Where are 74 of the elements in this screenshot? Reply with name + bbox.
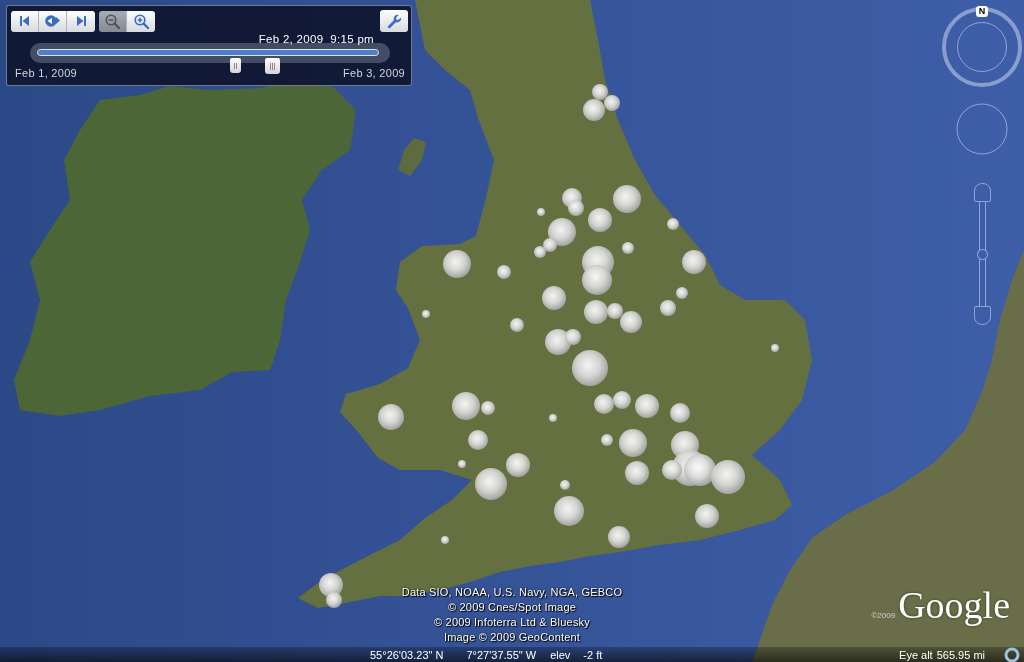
placemark-icon <box>771 344 779 352</box>
elevation-value: -2 ft <box>583 648 603 661</box>
skip-forward-icon <box>76 16 86 26</box>
placemark-icon <box>534 246 546 258</box>
skip-back-icon <box>20 16 29 26</box>
placemark-icon <box>475 468 507 500</box>
placemark-icon <box>441 536 449 544</box>
placemark-icon <box>676 287 688 299</box>
slider-handle[interactable] <box>229 58 241 73</box>
north-indicator: N <box>976 6 988 17</box>
zoom-slider-thumb[interactable] <box>976 248 988 260</box>
longitude-value: 7°27'37.55" W <box>466 648 537 661</box>
placemark-icon <box>468 430 488 450</box>
attribution-text: © 2009 Cnes/Spot Image <box>447 600 577 615</box>
settings-button[interactable] <box>380 10 408 32</box>
attribution-text: Data SIO, NOAA, U.S. Navy, NGA, GEBCO <box>401 585 623 600</box>
placemark-icon <box>613 391 631 409</box>
streaming-ring-icon <box>1004 646 1020 662</box>
placemark-icon <box>622 242 634 254</box>
placemark-icon <box>619 429 647 457</box>
placemark-icon <box>510 318 524 332</box>
placemark-icon <box>568 200 584 216</box>
placemark-icon <box>497 265 511 279</box>
zoom-in-icon <box>133 13 149 29</box>
latitude-value: 55°26'03.23" N <box>370 648 444 661</box>
placemark-icon <box>711 460 745 494</box>
zoom-slider-track[interactable] <box>978 202 986 306</box>
placemark-icon <box>604 95 620 111</box>
placemark-icon <box>620 311 642 333</box>
placemark-icon <box>695 504 719 528</box>
placemark-icon <box>594 394 614 414</box>
placemark-icon <box>684 454 716 486</box>
wrench-icon <box>386 13 402 29</box>
placemark-icon <box>549 414 557 422</box>
attribution-text: Image © 2009 GeoContent <box>443 630 581 645</box>
placemark-icon <box>635 394 659 418</box>
placemark-icon <box>583 99 605 121</box>
range-start-label: Feb 1, 2009 <box>15 67 77 80</box>
placemark-icon <box>670 403 690 423</box>
attribution-text: © 2009 Infoterra Ltd & Bluesky <box>434 615 590 630</box>
placemark-icon <box>572 350 608 386</box>
placemark-icon <box>613 185 641 213</box>
play-button[interactable] <box>39 10 67 32</box>
placemark-icon <box>560 480 570 490</box>
elevation-label: elev <box>550 648 571 661</box>
zoom-out-icon <box>105 13 120 29</box>
placemark-icon <box>542 286 566 310</box>
current-time-label: Feb 2, 2009 9:15 pm <box>258 33 374 45</box>
zoom-in-button[interactable] <box>127 10 155 32</box>
placemark-icon <box>625 461 649 485</box>
placemark-icon <box>458 460 466 468</box>
placemark-icon <box>422 310 430 318</box>
placemark-icon <box>443 250 471 278</box>
placemark-icon <box>588 208 612 232</box>
skip-back-button[interactable] <box>11 10 39 32</box>
replay-icon <box>45 15 60 27</box>
slider-handle[interactable] <box>265 58 281 74</box>
logo-text: Google <box>898 586 1010 624</box>
placemark-icon <box>608 526 630 548</box>
placemark-icon <box>601 434 613 446</box>
placemark-icon <box>660 300 676 316</box>
placemark-icon <box>378 404 404 430</box>
placemark-icon <box>506 453 530 477</box>
eye-altitude-label: Eye alt <box>899 648 933 661</box>
logo-copyright: ©2009 <box>871 611 896 620</box>
skip-forward-button[interactable] <box>67 10 95 32</box>
placemark-icon <box>582 265 612 295</box>
placemark-icon <box>682 250 706 274</box>
placemark-icon <box>592 84 608 100</box>
placemark-icon <box>537 208 545 216</box>
range-end-label: Feb 3, 2009 <box>343 67 405 80</box>
eye-altitude-value: 565.95 mi <box>936 648 985 661</box>
placemark-icon <box>554 496 584 526</box>
placemark-icon <box>667 218 679 230</box>
